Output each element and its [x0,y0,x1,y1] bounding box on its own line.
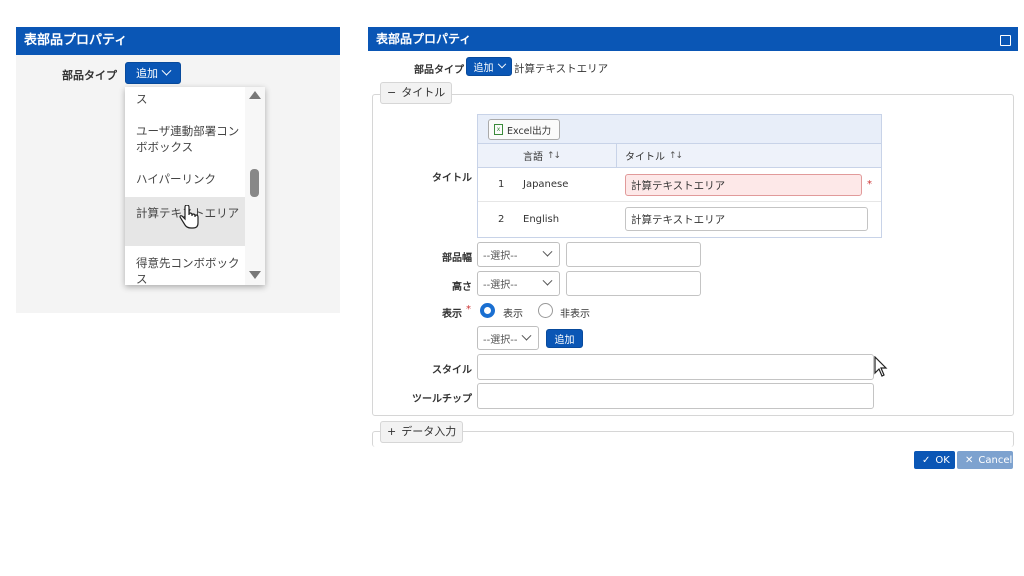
excel-icon: x [494,124,503,135]
title-input-japanese[interactable]: 計算テキストエリア [625,174,862,196]
excel-export-button[interactable]: x Excel出力 [488,119,560,140]
dropdown-item[interactable]: ハイパーリンク [125,171,245,187]
grid-toolbar: x Excel出力 [478,115,881,144]
scroll-thumb[interactable] [250,169,259,197]
height-input[interactable] [566,271,701,296]
data-input-section-toggle[interactable]: + データ入力 [380,421,464,443]
display-hide-radio[interactable] [538,303,553,318]
required-mark: * [867,179,872,190]
display-show-label: 表示 [503,309,523,320]
ok-label: OK [935,454,950,466]
chevron-down-icon [542,246,553,257]
required-mark: * [466,304,471,315]
dropdown-item[interactable]: 得意先コンボボックス [125,255,245,285]
width-input[interactable] [566,242,701,267]
sort-icon: ↑↓ [669,150,683,161]
add-condition-button[interactable]: 追加 [546,329,583,348]
style-label: スタイル [432,365,472,376]
row-language: English [523,213,560,225]
title-field-label: タイトル [432,173,472,184]
tooltip-label: ツールチップ [412,394,472,405]
dropdown-item[interactable]: ユーザ連動部署コンボボックス [125,123,245,157]
grid-header: 言語 ↑↓ タイトル ↑↓ [478,144,881,168]
dialog-title: 表部品プロパティ [376,32,472,46]
row-language: Japanese [523,179,569,190]
scroll-down-icon[interactable] [249,271,261,279]
chevron-down-icon [497,59,506,68]
data-input-legend: データ入力 [401,425,457,438]
chevron-down-icon [161,65,172,76]
height-unit-select[interactable]: --選択-- [477,271,560,296]
arrow-cursor-icon [874,356,888,377]
ok-button[interactable]: ✓ OK [914,451,955,469]
title-section-legend: タイトル [401,86,446,99]
row-number: 1 [498,179,505,190]
title-grid: x Excel出力 言語 ↑↓ タイトル ↑↓ 1 Japanese 計算テキス… [477,114,882,238]
title-input-english[interactable]: 計算テキストエリア [625,207,868,231]
hand-cursor-icon [179,205,199,229]
cancel-button[interactable]: ✕ Cancel [957,451,1013,469]
header-title-label: タイトル [625,152,665,163]
header-language-label: 言語 [523,152,543,163]
close-icon: ✕ [965,454,974,466]
display-show-radio[interactable] [480,303,495,318]
type-button-label: 追加 [473,63,494,74]
type-value: 計算テキストエリア [514,63,609,75]
minus-icon: − [387,86,397,99]
type-label: 部品タイプ [414,65,464,76]
left-type-dropdown-button[interactable]: 追加 [125,62,181,84]
tooltip-input[interactable] [477,383,874,409]
width-unit-select[interactable]: --選択-- [477,242,560,267]
scroll-up-icon[interactable] [249,91,261,99]
data-input-section [372,431,1014,447]
width-select-value: --選択-- [483,251,518,262]
sort-icon: ↑↓ [547,150,561,161]
check-icon: ✓ [922,454,931,466]
header-language[interactable]: 言語 ↑↓ [523,144,561,167]
dropdown-item[interactable]: ス [125,91,245,107]
display-hide-label: 非表示 [560,309,590,320]
maximize-icon[interactable] [1000,35,1011,46]
width-label: 部品幅 [442,253,472,264]
cancel-label: Cancel [978,454,1013,466]
left-panel-title: 表部品プロパティ [16,27,340,55]
display-label: 表示 [442,309,462,320]
table-row: 1 Japanese 計算テキストエリア * [478,168,881,202]
height-label: 高さ [452,282,472,293]
plus-icon: + [387,425,397,438]
condition-select[interactable]: --選択-- [477,326,539,350]
type-dropdown-button[interactable]: 追加 [466,57,512,76]
chevron-down-icon [542,275,553,286]
header-title[interactable]: タイトル ↑↓ [616,144,683,167]
dialog-header: 表部品プロパティ [368,27,1018,51]
style-input[interactable] [477,354,874,380]
type-dropdown-list[interactable]: ス ユーザ連動部署コンボボックス ハイパーリンク 計算テキストエリア 得意先コン… [125,87,265,285]
height-select-value: --選択-- [483,280,518,291]
excel-export-label: Excel出力 [507,125,552,137]
condition-select-value: --選択-- [483,334,518,346]
left-type-label: 部品タイプ [62,69,117,82]
table-row: 2 English 計算テキストエリア [478,202,881,236]
left-type-button-label: 追加 [136,67,158,80]
title-section-toggle[interactable]: − タイトル [380,82,453,104]
dropdown-scrollbar[interactable] [245,87,265,285]
row-number: 2 [498,213,505,225]
chevron-down-icon [521,330,532,341]
